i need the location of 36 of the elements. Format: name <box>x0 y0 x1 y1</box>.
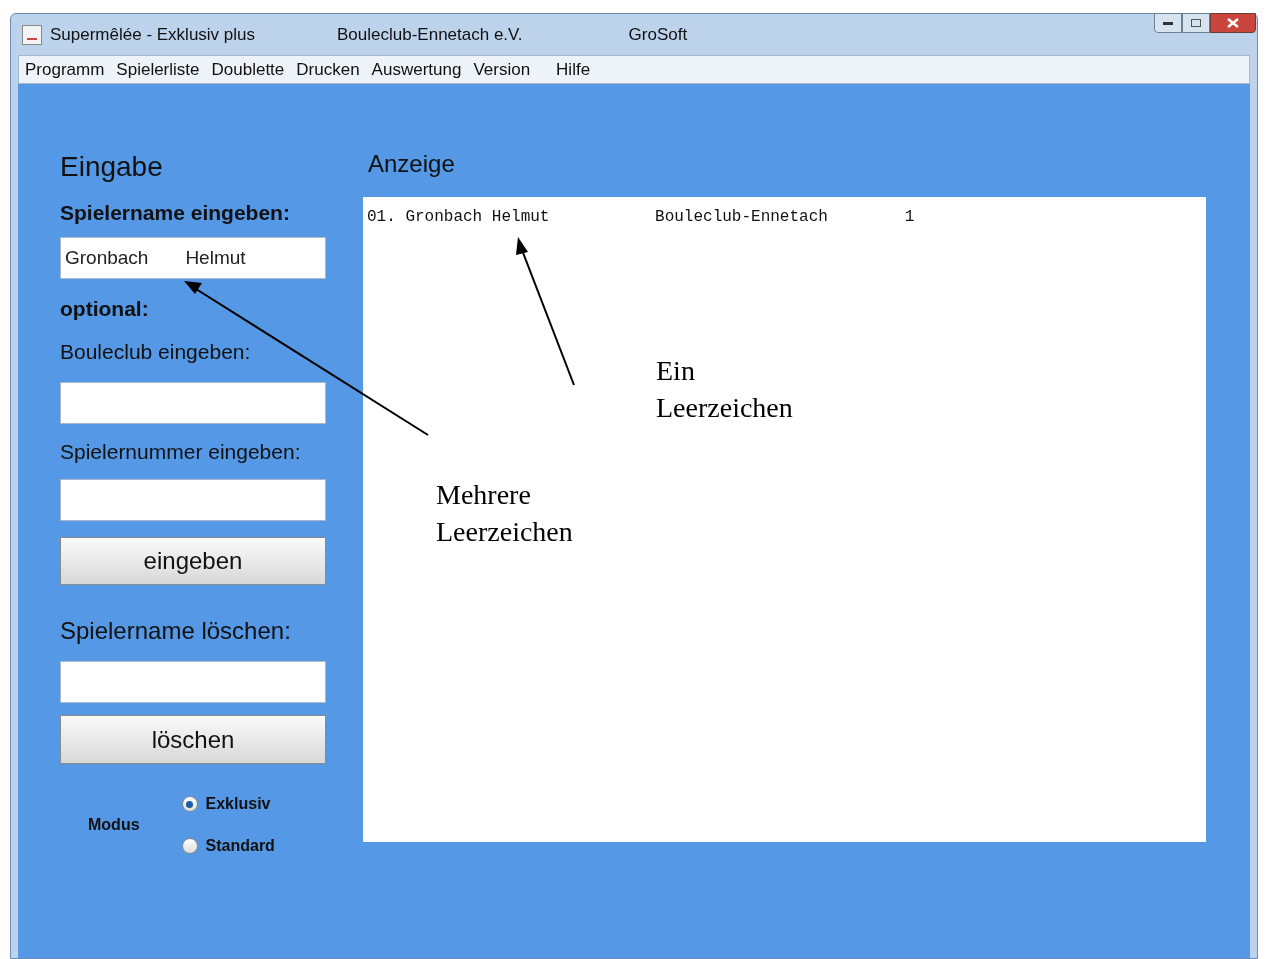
field-label: Bouleclub eingeben: <box>60 339 252 365</box>
modus-label: Modus <box>88 815 140 835</box>
menu-item[interactable]: Doublette <box>211 56 285 83</box>
text-field[interactable]: Gronbach Helmut <box>60 236 326 279</box>
app-icon <box>22 24 42 45</box>
text-field[interactable] <box>60 661 326 703</box>
window-title: Bouleclub-Ennetach e.V. <box>337 23 523 46</box>
field-label: Spielernummer eingeben: <box>60 438 302 465</box>
field-label: Spielername eingeben: <box>60 200 291 226</box>
menu-item[interactable]: Spielerliste <box>116 56 200 83</box>
display-row-text: 01. Gronbach Helmut Bouleclub-Ennetach 1 <box>367 207 916 228</box>
annotation-text: Ein Leerzeichen <box>656 354 794 425</box>
submit-button[interactable]: eingeben <box>60 537 326 585</box>
maximize-button[interactable] <box>1182 13 1210 33</box>
delete-button[interactable]: löschen <box>60 715 326 764</box>
text-field[interactable] <box>60 381 326 424</box>
menu-item[interactable]: Auswertung <box>371 56 462 83</box>
section-heading: Anzeige <box>368 149 456 179</box>
field-label: Spielername löschen: <box>60 616 292 646</box>
section-heading: Eingabe <box>60 150 164 184</box>
close-button[interactable] <box>1210 13 1256 33</box>
radio-button[interactable] <box>181 838 198 854</box>
menu-item[interactable]: Drucken <box>296 56 360 83</box>
menu-item[interactable]: Version <box>473 56 531 83</box>
radio-button[interactable] <box>181 796 198 812</box>
window-title: GroSoft <box>628 23 688 46</box>
radio-label: Exklusiv <box>205 794 271 814</box>
close-icon <box>1227 18 1239 28</box>
menu-item[interactable]: Programm <box>25 56 105 83</box>
window-title: Supermêlée - Exklusiv plus <box>50 23 256 46</box>
minimize-button[interactable] <box>1154 13 1182 33</box>
field-label: optional: <box>60 295 150 322</box>
annotation-text: Mehrere Leerzeichen <box>436 478 574 549</box>
text-field[interactable] <box>60 479 326 521</box>
radio-label: Standard <box>205 836 275 856</box>
menu-item[interactable]: Hilfe <box>556 56 591 83</box>
